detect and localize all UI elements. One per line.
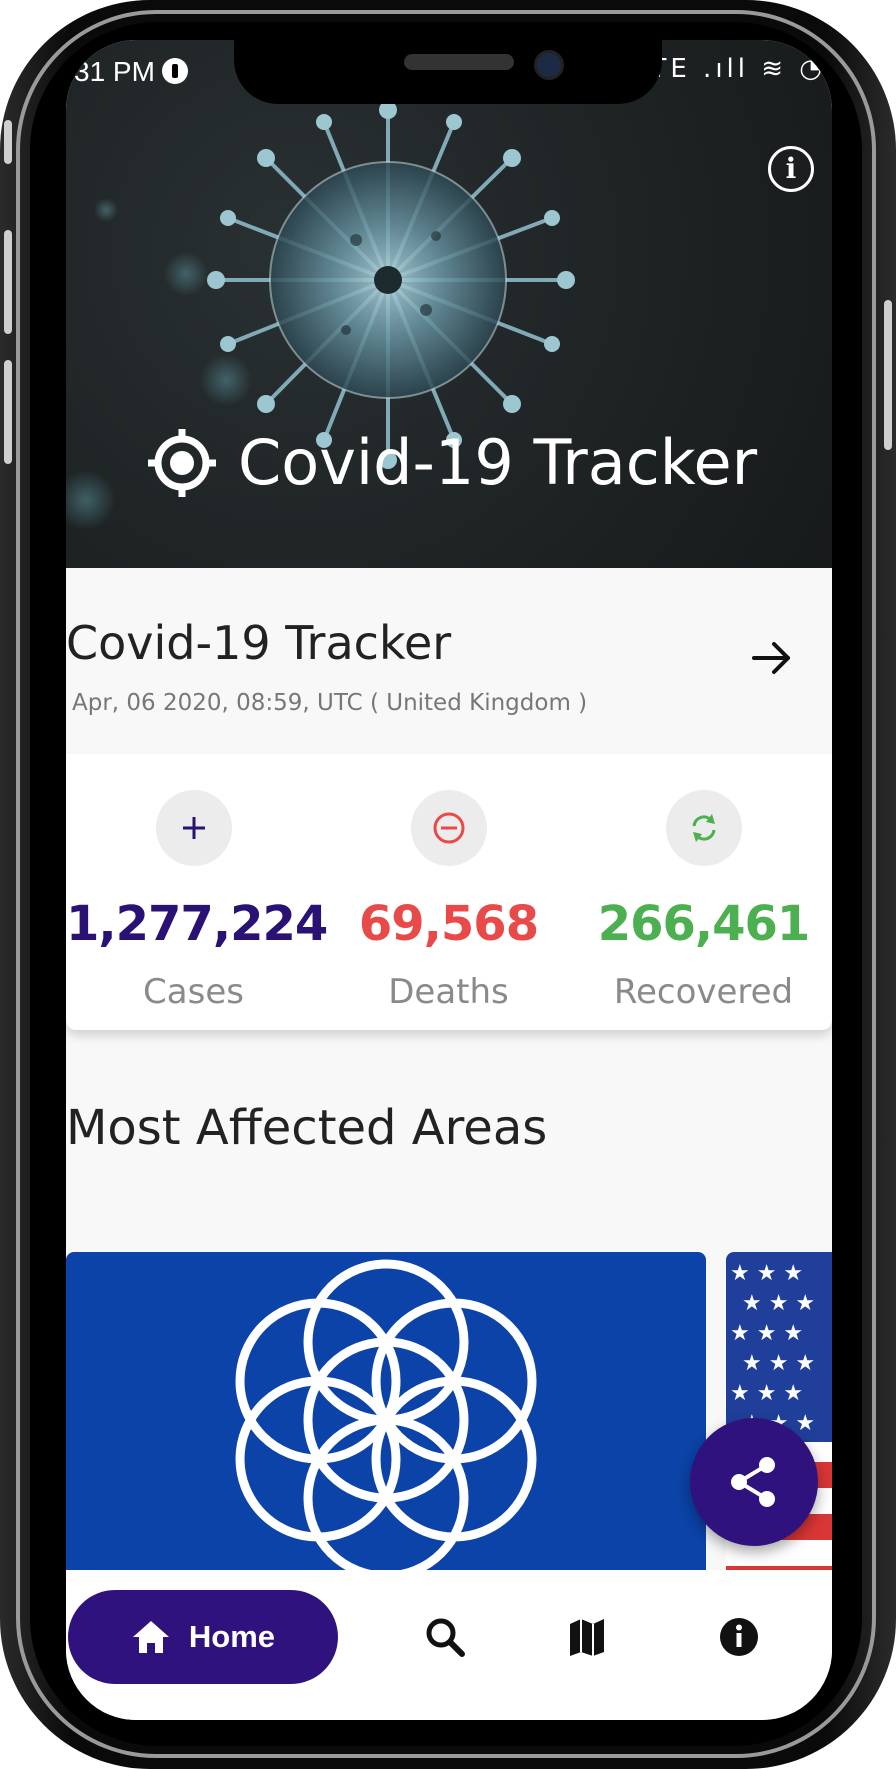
info-icon[interactable]: i [768, 146, 814, 192]
cases-label: Cases [143, 972, 244, 1012]
crosshair-target-icon [148, 428, 216, 497]
stats-card: 1,277,224 Cases 69,568 Deaths 266,461 Re… [66, 754, 832, 1030]
nav-home-label: Home [188, 1619, 276, 1654]
hero-banner: i Covid-19 Tracker [66, 40, 832, 568]
nav-home-button[interactable]: Home [68, 1590, 338, 1684]
home-icon [132, 1621, 169, 1653]
share-fab-button[interactable] [690, 1418, 818, 1546]
svg-text:★ ★ ★: ★ ★ ★ [742, 1291, 815, 1316]
plus-icon [155, 790, 232, 866]
share-icon [731, 1457, 775, 1507]
world-flag [235, 1259, 537, 1581]
volume-up-button [4, 230, 12, 334]
map-icon[interactable] [566, 1616, 608, 1658]
stat-cases: 1,277,224 Cases [66, 754, 328, 1012]
camera-notch [234, 40, 662, 104]
search-icon[interactable] [424, 1616, 466, 1658]
update-title: Covid-19 Tracker [66, 616, 452, 670]
refresh-icon [665, 790, 742, 866]
svg-text:★ ★ ★: ★ ★ ★ [730, 1381, 803, 1406]
info-icon[interactable] [718, 1616, 760, 1658]
svg-text:★ ★ ★: ★ ★ ★ [730, 1321, 803, 1346]
volume-down-button [4, 360, 12, 464]
update-card[interactable]: Covid-19 Tracker Apr, 06 2020, 08:59, UT… [66, 568, 832, 755]
section-title-most-affected: Most Affected Areas [66, 1100, 548, 1156]
earpiece-speaker [404, 54, 514, 70]
arrow-right-icon[interactable] [750, 636, 794, 680]
status-indicators: LTE .ıll ≋ ◔ [635, 54, 826, 84]
notification-icon [162, 58, 188, 84]
area-card-world[interactable] [66, 1252, 706, 1592]
power-button [884, 300, 892, 450]
svg-text:★ ★ ★: ★ ★ ★ [742, 1351, 815, 1376]
cases-value: 1,277,224 [66, 896, 328, 952]
svg-text:★ ★ ★: ★ ★ ★ [730, 1261, 803, 1286]
recovered-label: Recovered [613, 972, 794, 1012]
bottom-navigation: Home [66, 1570, 832, 1720]
deaths-label: Deaths [388, 972, 509, 1012]
deaths-value: 69,568 [358, 896, 539, 952]
stat-recovered: 266,461 Recovered [576, 754, 831, 1012]
hero-title-row: Covid-19 Tracker [146, 426, 757, 499]
minus-circle-icon [410, 790, 487, 866]
recovered-value: 266,461 [597, 896, 811, 952]
app-screen: i Covid-19 Tracker 31 PM LTE .ıll ≋ ◔ Co… [66, 40, 832, 1720]
hero-title: Covid-19 Tracker [238, 426, 758, 499]
side-button [4, 120, 12, 164]
update-timestamp: Apr, 06 2020, 08:59, UTC ( United Kingdo… [72, 690, 588, 716]
status-time: 31 PM [74, 56, 155, 87]
stat-deaths: 69,568 Deaths [321, 754, 576, 1012]
front-camera [534, 50, 564, 80]
